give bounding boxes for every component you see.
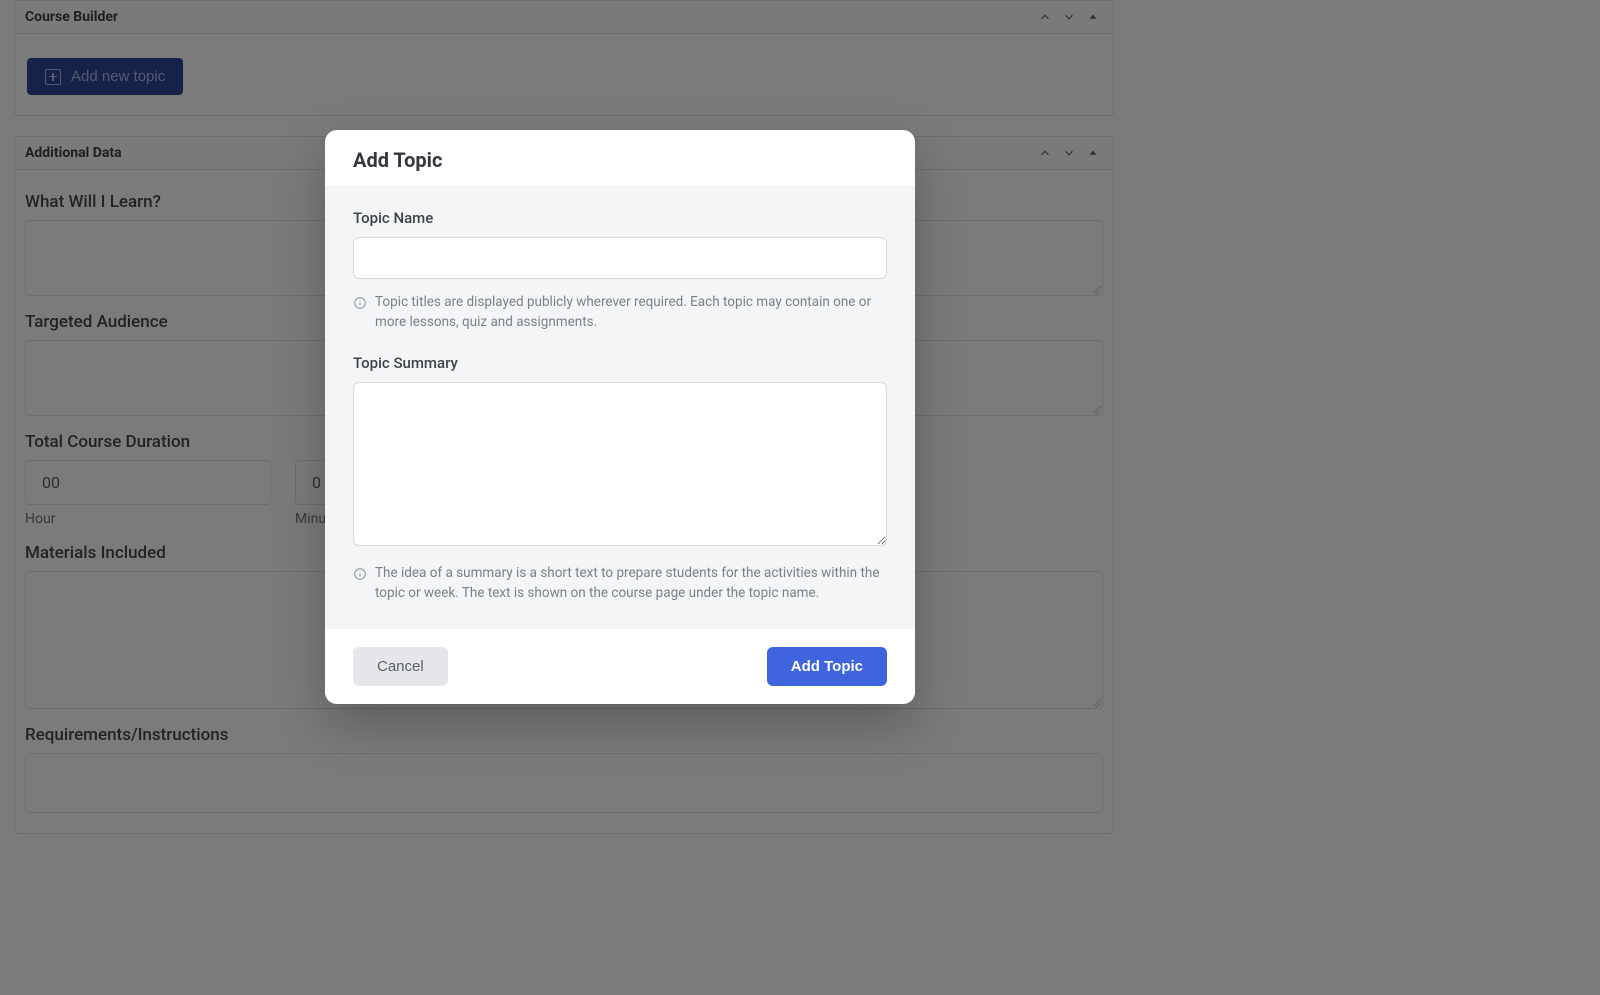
- info-icon: [353, 295, 367, 309]
- modal-footer: Cancel Add Topic: [325, 629, 915, 704]
- topic-name-hint: Topic titles are displayed publicly wher…: [375, 293, 887, 332]
- cancel-button[interactable]: Cancel: [353, 647, 448, 686]
- topic-summary-hint: The idea of a summary is a short text to…: [375, 564, 887, 603]
- modal-body: Topic Name Topic titles are displayed pu…: [325, 187, 915, 629]
- add-topic-button[interactable]: Add Topic: [767, 647, 887, 686]
- add-topic-modal: Add Topic Topic Name Topic titles are di…: [325, 130, 915, 704]
- info-icon: [353, 566, 367, 580]
- topic-summary-textarea[interactable]: [353, 382, 887, 546]
- modal-title: Add Topic: [353, 148, 887, 172]
- topic-name-label: Topic Name: [353, 209, 887, 227]
- topic-name-input[interactable]: [353, 237, 887, 279]
- topic-summary-label: Topic Summary: [353, 354, 887, 372]
- modal-header: Add Topic: [325, 130, 915, 187]
